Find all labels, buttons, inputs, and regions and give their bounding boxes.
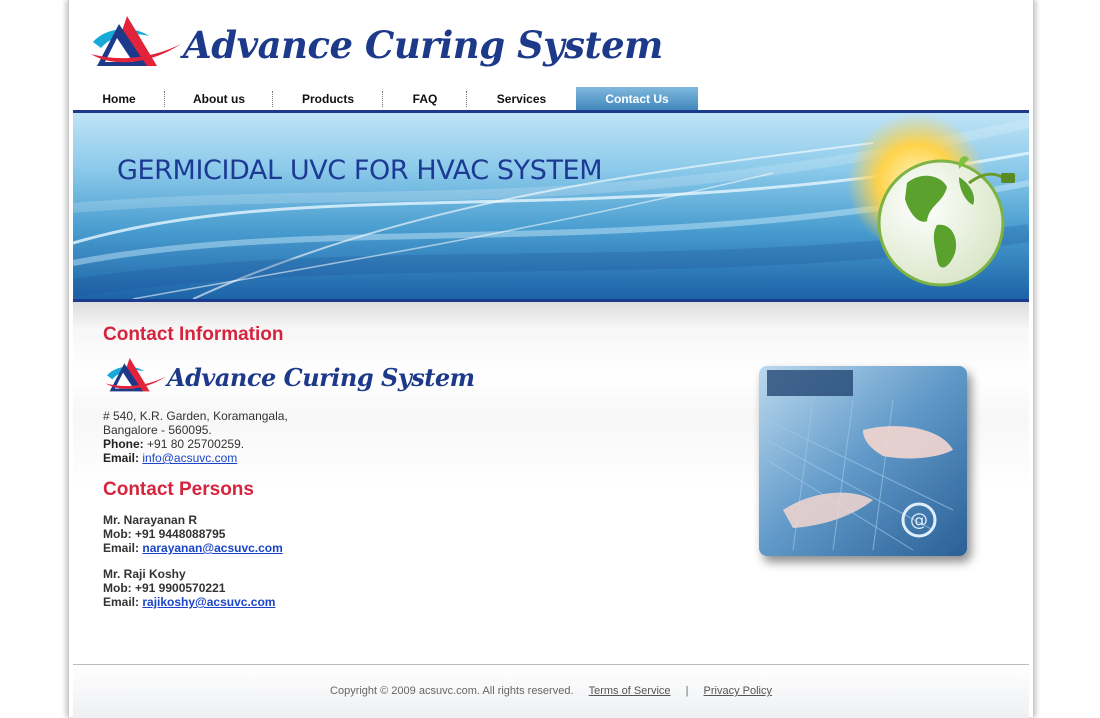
address-block: # 540, K.R. Garden, Koramangala, Bangalo…	[103, 409, 288, 465]
email-link[interactable]: info@acsuvc.com	[142, 451, 237, 465]
hero-banner: GERMICIDAL UVC FOR HVAC SYSTEM	[73, 113, 1029, 299]
email-label: Email:	[103, 451, 140, 465]
footer-links: Copyright © 2009 acsuvc.com. All rights …	[73, 685, 1029, 697]
phone-label: Phone:	[103, 437, 144, 451]
person-mobile: Mob: +91 9448088795	[103, 527, 226, 541]
page-frame: Advance Curing System Home About us Prod…	[68, 0, 1034, 718]
copyright-text: Copyright © 2009 acsuvc.com. All rights …	[330, 685, 574, 697]
site-logo[interactable]: Advance Curing System	[87, 14, 663, 72]
person-name: Mr. Raji Koshy	[103, 567, 186, 581]
nav-contact-us[interactable]: Contact Us	[576, 87, 698, 111]
contact-person: Mr. Raji Koshy Mob: +91 9900570221 Email…	[103, 567, 275, 609]
contact-persons-heading: Contact Persons	[103, 479, 254, 500]
address-line-2: Bangalore - 560095.	[103, 423, 212, 437]
person-email-row: Email: rajikoshy@acsuvc.com	[103, 595, 275, 609]
nav-faq[interactable]: FAQ	[383, 87, 467, 111]
main-nav: Home About us Products FAQ Services Cont…	[73, 87, 698, 111]
person-name: Mr. Narayanan R	[103, 513, 198, 527]
acs-logo-mark-icon	[105, 358, 166, 392]
contact-information-heading: Contact Information	[103, 324, 284, 345]
nav-about-us[interactable]: About us	[165, 87, 273, 111]
person-email-label: Email:	[103, 541, 140, 555]
globe-icon	[847, 113, 1015, 287]
phone-number: +91 80 25700259.	[147, 437, 245, 451]
nav-home[interactable]: Home	[73, 87, 165, 111]
person-email-label: Email:	[103, 595, 140, 609]
contact-person: Mr. Narayanan R Mob: +91 9448088795 Emai…	[103, 513, 283, 555]
phone-row: Phone: +91 80 25700259.	[103, 437, 288, 451]
email-row: Email: info@acsuvc.com	[103, 451, 288, 465]
footer-separator: |	[685, 685, 689, 697]
company-name: Advance Curing System	[167, 362, 475, 392]
svg-text:@: @	[910, 510, 928, 531]
nav-products[interactable]: Products	[273, 87, 383, 111]
address-line-1: # 540, K.R. Garden, Koramangala,	[103, 409, 288, 423]
laptop-typing-image: @	[759, 366, 967, 556]
person-mobile: Mob: +91 9900570221	[103, 581, 226, 595]
privacy-policy-link[interactable]: Privacy Policy	[704, 685, 772, 697]
person-email-row: Email: narayanan@acsuvc.com	[103, 541, 283, 555]
company-logo: Advance Curing System	[103, 356, 475, 396]
nav-services[interactable]: Services	[467, 87, 576, 111]
person-email-link[interactable]: narayanan@acsuvc.com	[142, 541, 282, 555]
acs-logo-mark-icon	[91, 16, 181, 66]
footer: Copyright © 2009 acsuvc.com. All rights …	[73, 664, 1029, 718]
banner-title: GERMICIDAL UVC FOR HVAC SYSTEM	[117, 155, 603, 186]
person-email-link[interactable]: rajikoshy@acsuvc.com	[142, 595, 275, 609]
site-title: Advance Curing System	[183, 23, 663, 67]
terms-of-service-link[interactable]: Terms of Service	[589, 685, 671, 697]
